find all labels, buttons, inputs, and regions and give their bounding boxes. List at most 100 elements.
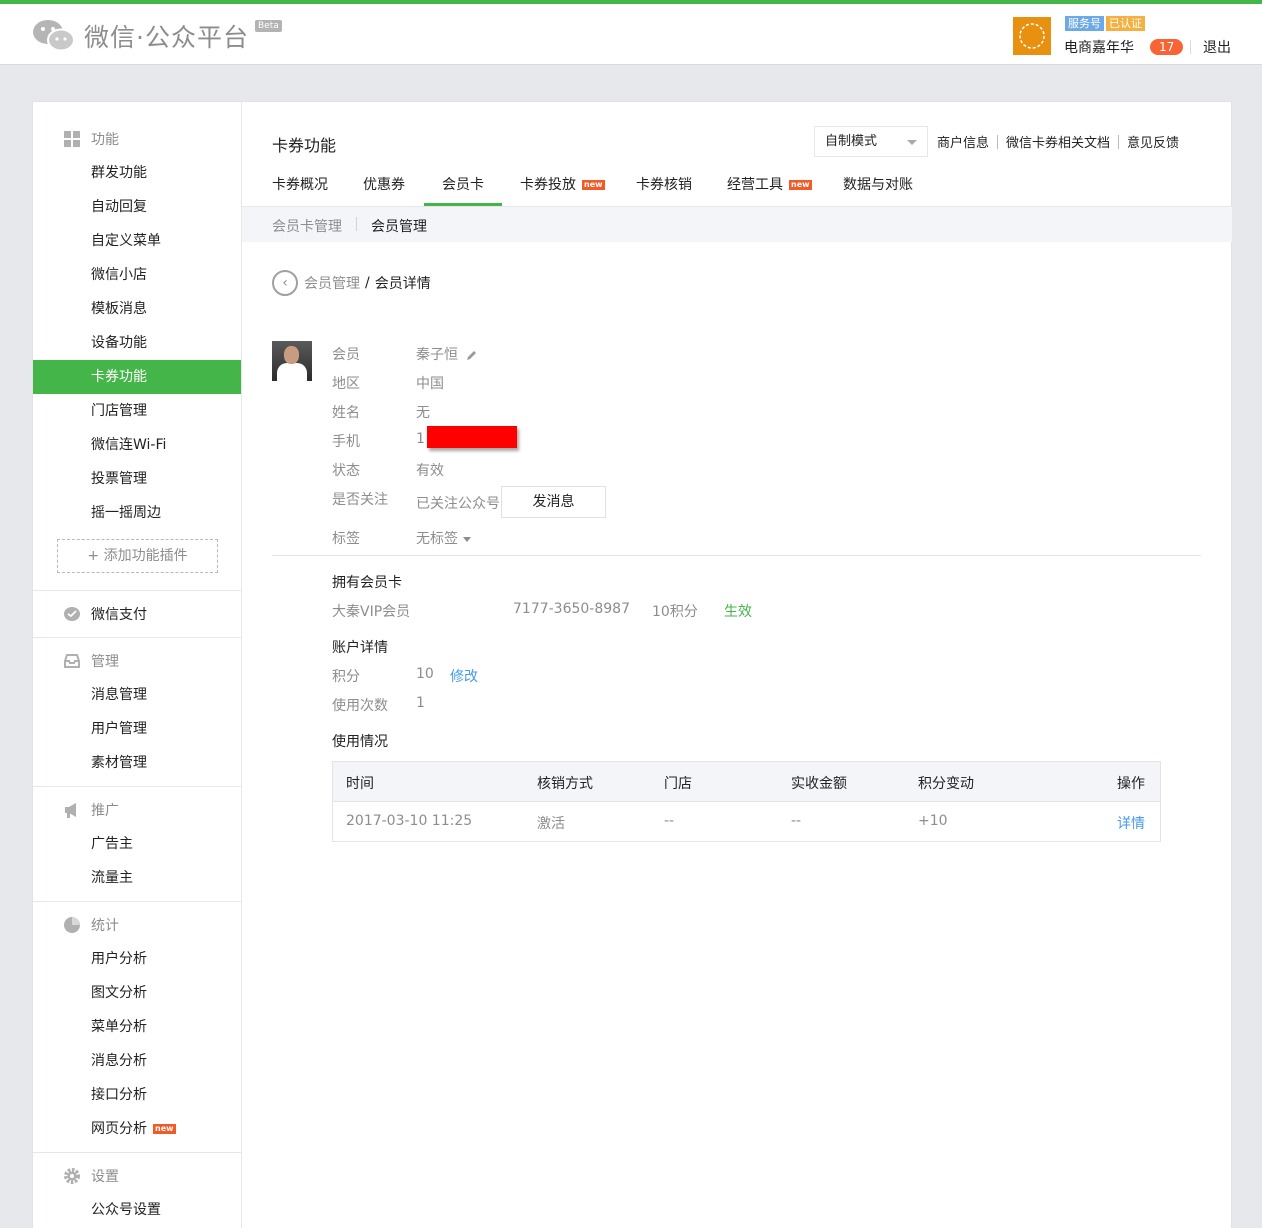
account-section-title: 账户详情 [332, 640, 388, 656]
status-value: 有效 [416, 463, 444, 479]
subnav: 会员卡管理 会员管理 [242, 206, 1232, 242]
detail-link[interactable]: 详情 [1117, 813, 1145, 833]
sidebar-item-materials[interactable]: 素材管理 [33, 746, 241, 780]
status-label: 状态 [332, 463, 360, 479]
avatar-face [284, 346, 299, 364]
merchant-info-link[interactable]: 商户信息 [937, 132, 989, 151]
tag-value: 无标签 [416, 531, 458, 547]
docs-link[interactable]: 微信卡券相关文档 [1006, 132, 1110, 151]
feedback-link[interactable]: 意见反馈 [1127, 132, 1179, 151]
account-type-badge: 服务号 [1065, 16, 1104, 31]
notification-count-badge[interactable]: 17 [1150, 39, 1184, 55]
member-label: 会员 [332, 347, 360, 363]
sidebar-item-api-analysis[interactable]: 接口分析 [33, 1078, 241, 1112]
sidebar-item-publisher[interactable]: 流量主 [33, 861, 241, 895]
logout-link[interactable]: 退出 [1203, 37, 1231, 57]
table-cell: -- [664, 813, 675, 829]
sidebar-section-pay[interactable]: 微信支付 [33, 597, 242, 631]
send-message-button[interactable]: 发消息 [501, 486, 606, 518]
sidebar-item-stores[interactable]: 门店管理 [33, 394, 241, 428]
gear-icon [64, 1168, 80, 1184]
plus-icon: + [87, 548, 104, 564]
sidebar-item-menu-analysis[interactable]: 菜单分析 [33, 1010, 241, 1044]
account-avatar[interactable] [1013, 17, 1051, 55]
edit-points-link[interactable]: 修改 [450, 666, 478, 686]
sidebar-item-web-analysis[interactable]: 网页分析 new [33, 1112, 241, 1146]
sidebar-item-account-settings[interactable]: 公众号设置 [33, 1193, 241, 1227]
divider [33, 901, 241, 902]
table-cell: 2017-03-10 11:25 [346, 813, 473, 829]
tab-business-tools[interactable]: 经营工具 new [727, 174, 812, 206]
sidebar-item-message-analysis[interactable]: 消息分析 [33, 1044, 241, 1078]
redaction-box [427, 426, 517, 448]
sidebar-item-device[interactable]: 设备功能 [33, 326, 241, 360]
divider [272, 555, 1201, 556]
tab-overview[interactable]: 卡券概况 [272, 174, 328, 206]
name-value: 无 [416, 405, 430, 421]
phone-label: 手机 [332, 434, 360, 450]
top-bar: 微信·公众平台 Beta 服务号 已认证 电商嘉年华 17 退出 [0, 0, 1262, 65]
sidebar-item-auto-reply[interactable]: 自动回复 [33, 190, 241, 224]
tab-data-reconciliation[interactable]: 数据与对账 [843, 174, 913, 206]
divider [1190, 40, 1191, 54]
follow-label: 是否关注 [332, 492, 388, 508]
table-cell: +10 [918, 813, 948, 829]
sidebar-item-template-msg[interactable]: 模板消息 [33, 292, 241, 326]
divider [33, 1152, 241, 1153]
beta-badge: Beta [255, 20, 282, 32]
divider [356, 217, 357, 231]
sidebar-item-messages[interactable]: 消息管理 [33, 678, 241, 712]
add-plugin-button[interactable]: + 添加功能插件 [57, 539, 218, 573]
tab-coupons[interactable]: 优惠券 [363, 174, 405, 206]
sidebar-item-voting[interactable]: 投票管理 [33, 462, 241, 496]
divider [33, 590, 241, 591]
sidebar-item-wechat-store[interactable]: 微信小店 [33, 258, 241, 292]
card-state: 生效 [724, 604, 752, 620]
divider [997, 134, 999, 149]
chevron-down-icon [907, 140, 917, 145]
wechat-logo-icon [33, 20, 75, 52]
uses-value: 1 [416, 695, 425, 711]
pencil-icon[interactable] [465, 349, 478, 362]
card-number: 7177-3650-8987 [513, 601, 630, 617]
usage-section-title: 使用情况 [332, 734, 388, 750]
new-badge: new [582, 180, 605, 190]
account-name[interactable]: 电商嘉年华 [1064, 37, 1134, 57]
back-arrow-icon[interactable]: ‹ [272, 270, 298, 296]
tag-dropdown[interactable]: 无标签 [416, 528, 471, 548]
tab-distribution[interactable]: 卡券投放 new [520, 174, 605, 206]
new-badge: new [153, 1124, 176, 1134]
sidebar-item-mass-send[interactable]: 群发功能 [33, 156, 241, 190]
sidebar-item-article-analysis[interactable]: 图文分析 [33, 976, 241, 1010]
tab-member-card[interactable]: 会员卡 [424, 174, 502, 206]
sidebar-item-user-analysis[interactable]: 用户分析 [33, 942, 241, 976]
pie-chart-icon [64, 917, 80, 933]
member-nickname: 秦子恒 [416, 344, 478, 364]
sidebar-item-label: 网页分析 [91, 1121, 147, 1137]
platform-logo[interactable]: 微信·公众平台 [32, 18, 249, 54]
sidebar-item-custom-menu[interactable]: 自定义菜单 [33, 224, 241, 258]
sidebar-section-settings: 设置 [33, 1159, 242, 1193]
sidebar-item-coupons[interactable]: 卡券功能 [33, 360, 241, 394]
points-value: 10 [416, 666, 434, 682]
column-header: 操作 [1117, 776, 1145, 792]
breadcrumb-current: 会员详情 [374, 276, 431, 292]
avatar-shirt [277, 363, 307, 381]
sidebar-item-shake[interactable]: 摇一摇周边 [33, 496, 241, 530]
new-badge: new [789, 180, 812, 190]
subnav-member-management[interactable]: 会员管理 [371, 216, 427, 236]
tab-label: 经营工具 [727, 177, 783, 193]
divider [33, 637, 241, 638]
divider [33, 786, 241, 787]
tab-redemption[interactable]: 卡券核销 [636, 174, 692, 206]
subnav-card-management[interactable]: 会员卡管理 [272, 216, 342, 236]
points-label: 积分 [332, 669, 360, 685]
sidebar-item-users[interactable]: 用户管理 [33, 712, 241, 746]
inbox-icon [64, 654, 80, 668]
breadcrumb-parent-link[interactable]: 会员管理 [304, 273, 360, 293]
sidebar-item-advertiser[interactable]: 广告主 [33, 827, 241, 861]
content-panel: 功能 群发功能 自动回复 自定义菜单 微信小店 模板消息 设备功能 卡券功能 门… [32, 101, 1232, 1228]
mode-select[interactable]: 自制模式 [814, 126, 928, 157]
sidebar-item-wifi[interactable]: 微信连Wi-Fi [33, 428, 241, 462]
usage-table: 时间 核销方式 门店 实收金额 积分变动 操作 2017-03-10 11:25… [332, 761, 1161, 842]
